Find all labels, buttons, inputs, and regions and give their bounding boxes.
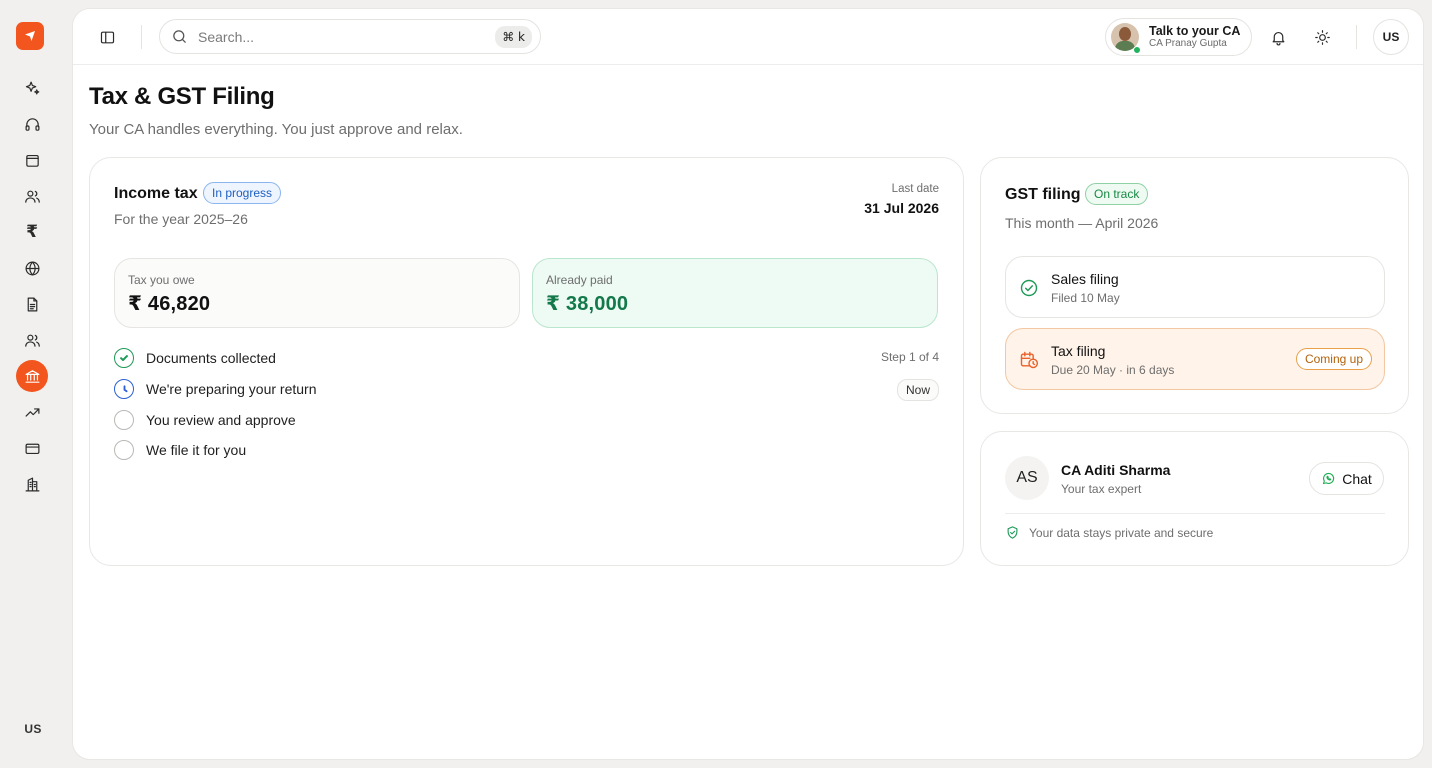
already-paid-value: ₹ 38,000 bbox=[546, 293, 629, 315]
sales-filing-row[interactable]: Sales filing Filed 10 May bbox=[1005, 256, 1385, 318]
rail-global[interactable] bbox=[16, 252, 48, 284]
ca-name: CA Pranay Gupta bbox=[1149, 38, 1227, 50]
page-subtitle: Your CA handles everything. You just app… bbox=[89, 121, 463, 138]
rail-user-initials[interactable]: US bbox=[16, 722, 50, 736]
security-note-text: Your data stays private and secure bbox=[1029, 525, 1214, 540]
income-status-badge: In progress bbox=[203, 182, 282, 204]
rail-analytics[interactable] bbox=[16, 396, 48, 428]
step-label: We're preparing your return bbox=[146, 381, 317, 397]
sales-filing-sub: Filed 10 May bbox=[1051, 291, 1120, 305]
topbar-divider-right bbox=[1356, 25, 1357, 49]
rail-documents[interactable] bbox=[16, 288, 48, 320]
bank-icon bbox=[25, 369, 39, 383]
expert-avatar: AS bbox=[1005, 456, 1049, 500]
tax-owe-value: ₹ 46,820 bbox=[128, 293, 211, 315]
tax-filing-title: Tax filing bbox=[1051, 343, 1106, 359]
step-item: You review and approve bbox=[114, 409, 296, 431]
last-date-value: 31 Jul 2026 bbox=[864, 200, 939, 216]
sun-icon bbox=[1314, 29, 1330, 45]
gst-title: GST filing bbox=[1005, 186, 1081, 203]
already-paid-label: Already paid bbox=[546, 273, 613, 287]
talk-to-ca-label: Talk to your CA bbox=[1149, 24, 1241, 39]
search-bar[interactable]: ⌘ k bbox=[159, 19, 541, 54]
rail-payments[interactable]: ₹ bbox=[16, 216, 48, 248]
team-icon bbox=[24, 334, 40, 347]
calendar-clock-icon bbox=[1019, 350, 1039, 370]
gst-period: This month — April 2026 bbox=[1005, 215, 1159, 231]
gst-status-badge: On track bbox=[1085, 183, 1149, 205]
income-period: For the year 2025–26 bbox=[114, 211, 248, 227]
check-circle-icon bbox=[114, 348, 134, 368]
rail-cards[interactable] bbox=[16, 432, 48, 464]
notifications-button[interactable] bbox=[1266, 25, 1290, 49]
tax-owe-box: Tax you owe ₹ 46,820 bbox=[114, 258, 520, 328]
rail-support[interactable] bbox=[16, 108, 48, 140]
topbar-divider bbox=[141, 25, 142, 49]
step-label: You review and approve bbox=[146, 412, 296, 428]
building-icon bbox=[25, 477, 39, 491]
search-icon bbox=[173, 30, 186, 43]
user-menu-button[interactable]: US bbox=[1373, 19, 1409, 55]
tax-owe-label: Tax you owe bbox=[128, 273, 195, 287]
clock-icon bbox=[114, 379, 134, 399]
headphones-icon bbox=[25, 117, 39, 131]
step-label: Documents collected bbox=[146, 350, 276, 366]
rail-business[interactable] bbox=[16, 468, 48, 500]
expert-name: CA Aditi Sharma bbox=[1061, 462, 1171, 478]
step-counter: Step 1 of 4 bbox=[880, 350, 939, 364]
expert-role: Your tax expert bbox=[1061, 482, 1142, 496]
income-tax-card: Income tax In progress For the year 2025… bbox=[89, 157, 964, 566]
step-item: We file it for you bbox=[114, 439, 246, 461]
left-rail: ₹ US bbox=[0, 0, 64, 768]
last-date-label: Last date bbox=[891, 183, 939, 195]
sparkles-icon bbox=[25, 81, 39, 94]
whatsapp-icon bbox=[1323, 472, 1335, 485]
empty-circle-icon bbox=[114, 410, 134, 430]
shield-check-icon bbox=[1007, 526, 1018, 539]
page-title: Tax & GST Filing bbox=[89, 83, 275, 110]
chat-button[interactable]: Chat bbox=[1309, 462, 1384, 495]
step-label: We file it for you bbox=[146, 442, 247, 458]
coming-up-badge: Coming up bbox=[1295, 348, 1372, 370]
credit-card-icon bbox=[25, 443, 39, 454]
tax-expert-card: AS CA Aditi Sharma Your tax expert Chat … bbox=[980, 431, 1409, 566]
rail-wallet[interactable] bbox=[16, 144, 48, 176]
security-note: Your data stays private and secure bbox=[1005, 525, 1213, 540]
search-shortcut-badge: ⌘ k bbox=[495, 25, 532, 48]
rail-users[interactable] bbox=[16, 180, 48, 212]
sidebar-toggle-button[interactable] bbox=[95, 25, 119, 49]
expert-divider bbox=[1005, 513, 1385, 514]
income-tax-title: Income tax bbox=[114, 185, 198, 202]
document-icon bbox=[27, 297, 37, 311]
app-logo[interactable] bbox=[16, 22, 44, 50]
trending-up-icon bbox=[25, 407, 39, 417]
tax-filing-row[interactable]: Tax filing Due 20 May · in 6 days Coming… bbox=[1005, 328, 1385, 390]
rail-tax-filing[interactable] bbox=[16, 360, 48, 392]
globe-icon bbox=[25, 261, 39, 275]
wallet-icon bbox=[25, 154, 39, 167]
theme-toggle-button[interactable] bbox=[1310, 25, 1334, 49]
rail-team[interactable] bbox=[16, 324, 48, 356]
step-item: We're preparing your return bbox=[114, 378, 317, 400]
search-input[interactable] bbox=[198, 28, 496, 45]
rail-sparkles[interactable] bbox=[16, 72, 48, 104]
chat-button-label: Chat bbox=[1342, 470, 1372, 487]
step-item: Documents collected bbox=[114, 347, 276, 369]
online-status-dot bbox=[1133, 46, 1141, 54]
rupee-icon: ₹ bbox=[26, 222, 38, 241]
talk-to-ca-button[interactable]: Talk to your CA CA Pranay Gupta bbox=[1105, 18, 1252, 56]
check-circle-icon bbox=[1019, 278, 1039, 298]
sidebar-icon bbox=[100, 31, 114, 43]
main-panel: ⌘ k Talk to your CA CA Pranay Gupta US T… bbox=[72, 8, 1424, 760]
sales-filing-title: Sales filing bbox=[1051, 271, 1119, 287]
users-icon bbox=[24, 190, 40, 203]
logo-arrow-icon bbox=[25, 31, 35, 41]
now-badge: Now bbox=[896, 379, 939, 401]
bell-icon bbox=[1272, 31, 1284, 45]
top-bar: ⌘ k Talk to your CA CA Pranay Gupta US bbox=[73, 9, 1423, 65]
gst-filing-card: GST filing On track This month — April 2… bbox=[980, 157, 1409, 414]
tax-filing-sub: Due 20 May · in 6 days bbox=[1051, 363, 1175, 377]
empty-circle-icon bbox=[114, 440, 134, 460]
already-paid-box: Already paid ₹ 38,000 bbox=[532, 258, 938, 328]
